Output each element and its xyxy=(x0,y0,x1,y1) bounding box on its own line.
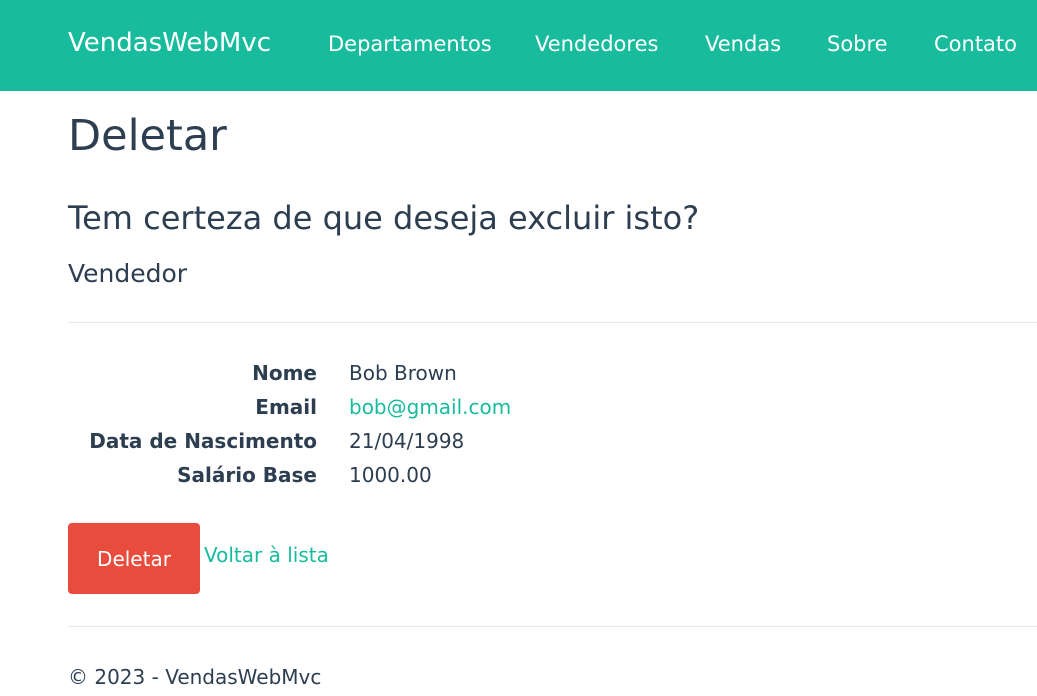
detail-label: Nome xyxy=(252,361,317,385)
back-to-list-link[interactable]: Voltar à lista xyxy=(204,539,329,571)
nav-links: Departamentos Vendedores Vendas Sobre Co… xyxy=(0,26,1037,62)
section-divider xyxy=(68,322,1037,323)
delete-button[interactable]: Deletar xyxy=(68,523,200,594)
footer-copyright: © 2023 - VendasWebMvc xyxy=(68,665,322,689)
page-title: Deletar xyxy=(68,111,227,161)
nav-link-sobre[interactable]: Sobre xyxy=(827,26,888,62)
detail-label: Salário Base xyxy=(177,463,317,487)
confirmation-question: Tem certeza de que deseja excluir isto? xyxy=(68,199,700,237)
detail-label: Data de Nascimento xyxy=(89,429,317,453)
detail-row-email: Email bob@gmail.com xyxy=(68,390,668,424)
detail-value: 1000.00 xyxy=(349,463,432,487)
nav-link-departamentos[interactable]: Departamentos xyxy=(328,26,492,62)
detail-row-salary: Salário Base 1000.00 xyxy=(68,458,668,492)
nav-link-contato[interactable]: Contato xyxy=(934,26,1017,62)
detail-row-nome: Nome Bob Brown xyxy=(68,356,668,390)
detail-value: Bob Brown xyxy=(349,361,457,385)
top-navbar: VendasWebMvc Departamentos Vendedores Ve… xyxy=(0,0,1037,91)
detail-value: 21/04/1998 xyxy=(349,429,465,453)
footer-divider xyxy=(68,626,1037,627)
entity-heading: Vendedor xyxy=(68,259,188,288)
detail-row-birthdate: Data de Nascimento 21/04/1998 xyxy=(68,424,668,458)
nav-link-vendas[interactable]: Vendas xyxy=(705,26,781,62)
nav-link-vendedores[interactable]: Vendedores xyxy=(535,26,658,62)
email-link[interactable]: bob@gmail.com xyxy=(349,390,511,424)
details-list: Nome Bob Brown Email bob@gmail.com Data … xyxy=(68,356,668,492)
detail-label: Email xyxy=(255,395,317,419)
